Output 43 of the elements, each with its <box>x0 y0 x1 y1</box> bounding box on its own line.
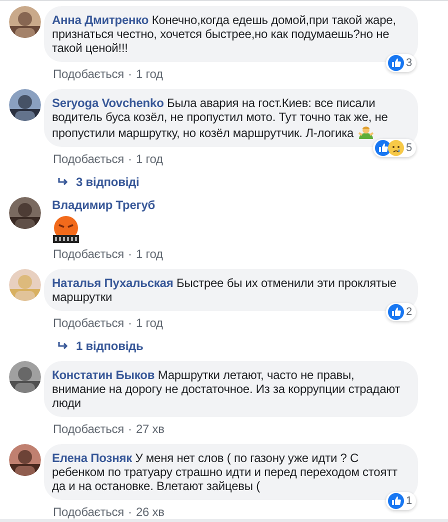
author-link[interactable]: Наталья Пухальская <box>52 276 174 290</box>
comment-time[interactable]: 1 год <box>136 316 163 330</box>
comment-time[interactable]: 1 год <box>136 247 163 261</box>
thumbs-up-icon <box>388 493 404 509</box>
comment-time[interactable]: 26 хв <box>136 505 164 519</box>
separator-dot: · <box>127 67 133 81</box>
shrugging-person-icon <box>358 124 374 140</box>
like-link[interactable]: Подобається <box>53 505 124 519</box>
reaction-count[interactable]: 5 <box>373 139 416 157</box>
comment-time[interactable]: 27 хв <box>136 422 164 436</box>
separator-dot: · <box>127 316 133 330</box>
comment-text: Елена Позняк У меня нет слов ( по газону уже идти ? С ребенком по тратуару страшно идти и перед переходом стоятт да и на остановке. Влетают зайцевы ( <box>52 451 398 493</box>
sad-face-icon <box>388 140 404 156</box>
comment-time[interactable]: 1 год <box>136 67 163 81</box>
comment-text: Наталья Пухальская Быстрее бы их отменили эти проклятые маршрутки <box>52 276 398 304</box>
comment-time[interactable]: 1 год <box>136 152 163 166</box>
like-link[interactable]: Подобається <box>53 316 124 330</box>
author-link[interactable]: Констатин Быков <box>52 368 155 382</box>
replies-link[interactable]: 3 відповіді <box>76 175 140 189</box>
author-link[interactable]: Владимир Трегуб <box>52 198 156 212</box>
reaction-count[interactable]: 2 <box>386 303 416 321</box>
separator-dot: · <box>127 247 133 261</box>
thumbs-up-icon <box>388 304 404 320</box>
author-link[interactable]: Анна Дмитренко <box>52 13 149 27</box>
separator-dot: · <box>127 505 133 519</box>
like-link[interactable]: Подобається <box>53 67 124 81</box>
author-link[interactable]: Seryoga Vovchenko <box>52 96 164 110</box>
comment-text: Констатин Быков Маршрутки летают, часто не правы, внимание на дорогу не достаточное. Из за коррупции страдают люди <box>52 368 402 410</box>
author-link[interactable]: Елена Позняк <box>52 451 132 465</box>
reply-arrow-icon <box>58 342 68 350</box>
reaction-count[interactable]: 1 <box>386 492 416 510</box>
thumbs-up-icon <box>388 55 404 71</box>
reply-arrow-icon <box>58 178 68 186</box>
like-link[interactable]: Подобається <box>53 422 124 436</box>
like-link[interactable]: Подобається <box>53 247 124 261</box>
separator-dot: · <box>127 152 133 166</box>
replies-link[interactable]: 1 відповідь <box>76 339 144 353</box>
angry-face-sticker <box>52 216 80 244</box>
comment-text: Seryoga Vovchenko Была авария на гост.Киев: все писали водитель буса козёл, не пропустил мото. Тут точно так же, не пропустили маршрутку, но козёл маршрутчик. Л-логика <box>52 96 389 140</box>
comment-text: Анна Дмитренко Конечно,когда едешь домой,при такой жаре, признаться честно, хочется быстрее,но как подумаешь?но не такой ценой!!! <box>52 13 397 55</box>
reaction-count[interactable]: 3 <box>386 54 416 72</box>
separator-dot: · <box>127 422 133 436</box>
like-link[interactable]: Подобається <box>53 152 124 166</box>
